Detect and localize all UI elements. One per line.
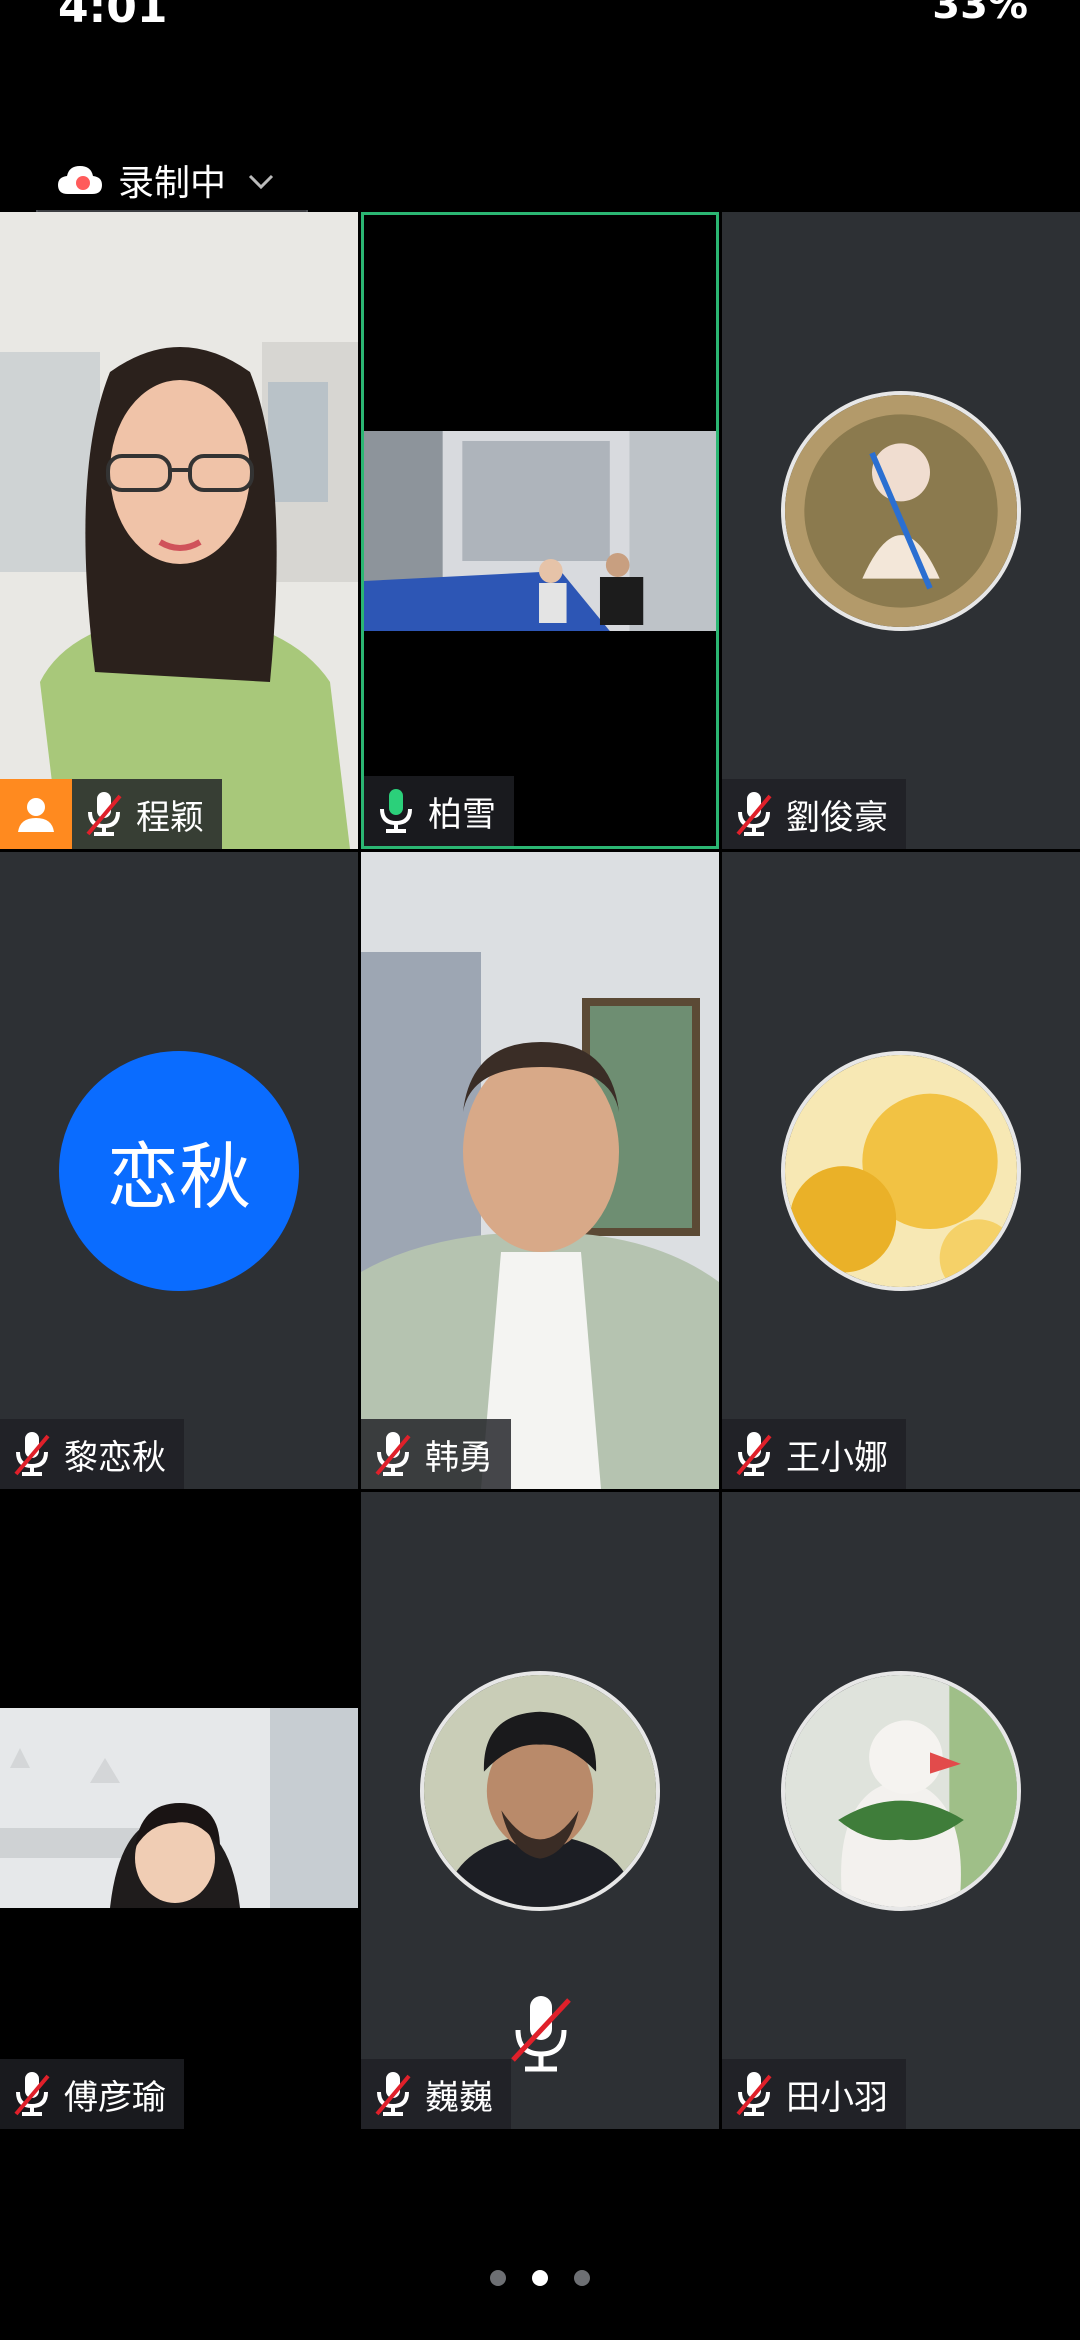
video-feed — [361, 852, 719, 1489]
avatar — [420, 1670, 660, 1911]
mic-muted-icon — [511, 1996, 571, 2072]
mic-icon — [380, 789, 412, 833]
page-dot[interactable] — [490, 2270, 506, 2286]
cloud-record-icon — [58, 166, 102, 194]
participant-name: 田小羽 — [786, 2077, 888, 2118]
name-tag: 黎恋秋 — [0, 1419, 184, 1489]
page-dot-current[interactable] — [532, 2270, 548, 2286]
battery-level: 33% — [932, 0, 1028, 28]
participant-tile[interactable]: 王小娜 — [722, 852, 1080, 1489]
participant-tile[interactable]: 恋秋 黎恋秋 — [0, 852, 358, 1489]
name-tag: 田小羽 — [722, 2059, 906, 2129]
recording-label: 录制中 — [118, 163, 227, 204]
mic-muted-icon — [736, 792, 772, 836]
recording-indicator[interactable]: 录制中 — [56, 150, 274, 210]
participant-tile[interactable]: 傅彦瑜 — [0, 1492, 358, 2129]
participant-tile[interactable]: 劉俊豪 — [722, 212, 1080, 849]
participant-name: 韩勇 — [425, 1437, 493, 1478]
mic-muted-icon — [736, 2072, 772, 2116]
thangka-avatar-image — [785, 394, 1017, 627]
chevron-down-icon[interactable] — [248, 164, 274, 197]
page-dot[interactable] — [574, 2270, 590, 2286]
participant-name: 劉俊豪 — [786, 797, 888, 838]
participant-tile-active[interactable]: 柏雪 — [361, 212, 719, 849]
participant-name: 王小娜 — [786, 1437, 888, 1478]
participant-tile[interactable]: 田小羽 — [722, 1492, 1080, 2129]
avatar — [781, 390, 1021, 631]
avatar — [781, 1670, 1021, 1911]
person-icon — [18, 798, 54, 832]
name-tag: 柏雪 — [364, 776, 514, 846]
mic-muted-icon — [375, 2072, 411, 2116]
name-tag: 韩勇 — [361, 1419, 511, 1489]
host-badge — [0, 779, 72, 849]
participant-tile[interactable]: 韩勇 — [361, 852, 719, 1489]
page-indicator[interactable] — [0, 2270, 1080, 2286]
participant-name: 傅彦瑜 — [64, 2077, 166, 2118]
mic-muted-icon — [736, 1432, 772, 1476]
mic-muted-icon — [375, 1432, 411, 1476]
name-tag: 程颖 — [0, 779, 222, 849]
status-bar: 4:01 33% — [0, 0, 1080, 40]
flower-avatar-image — [785, 1054, 1017, 1287]
participant-name: 黎恋秋 — [64, 1437, 166, 1478]
name-tag: 巍巍 — [361, 2059, 511, 2129]
participant-tile[interactable]: 程颖 — [0, 212, 358, 849]
person-avatar-image — [424, 1674, 656, 1907]
mic-muted-icon — [14, 2072, 50, 2116]
text-avatar: 恋秋 — [59, 1050, 299, 1291]
participant-name: 巍巍 — [425, 2077, 493, 2118]
avatar — [781, 1050, 1021, 1291]
plush-bird-avatar-image — [785, 1674, 1017, 1907]
status-time: 4:01 — [58, 0, 168, 33]
video-feed — [0, 212, 358, 849]
participant-name: 程颖 — [136, 797, 204, 838]
mic-muted-icon — [86, 792, 122, 836]
name-tag: 王小娜 — [722, 1419, 906, 1489]
video-feed — [0, 1708, 358, 1908]
name-tag: 傅彦瑜 — [0, 2059, 184, 2129]
video-feed — [364, 431, 716, 631]
mic-muted-icon — [14, 1432, 50, 1476]
name-tag: 劉俊豪 — [722, 779, 906, 849]
participant-name: 柏雪 — [428, 794, 496, 835]
